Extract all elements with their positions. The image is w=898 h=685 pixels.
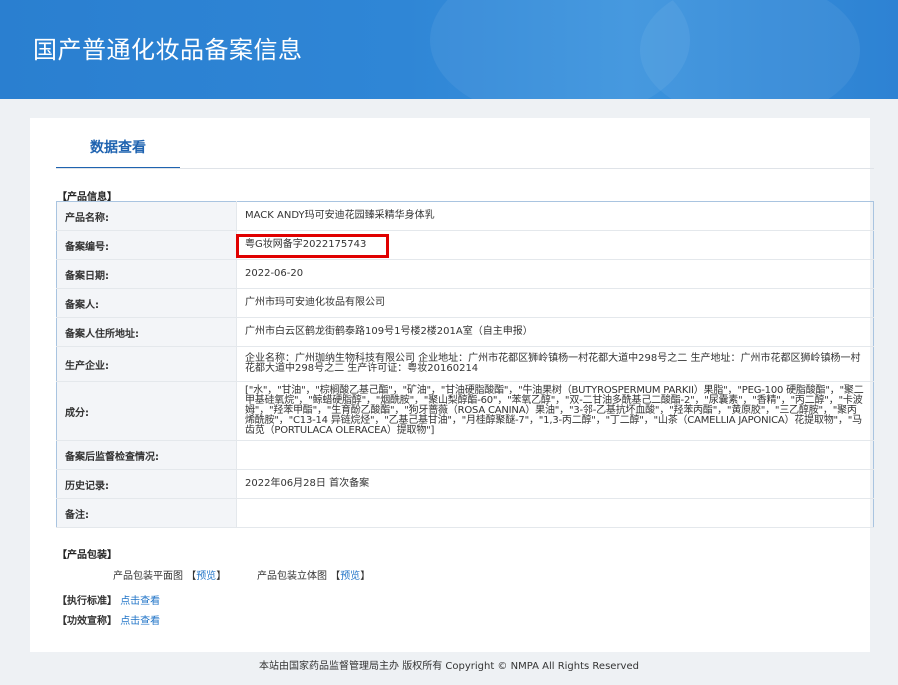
table-row: 历史记录: 2022年06月28日 首次备案 [56,469,874,499]
row-value: MACK ANDY玛可安迪花园臻采精华身体乳 [236,201,874,231]
table-row: 产品名称: MACK ANDY玛可安迪花园臻采精华身体乳 [56,201,874,231]
tab-data-view[interactable]: 数据查看 [56,138,180,168]
row-value: 2022-06-20 [236,259,874,289]
row-value [236,440,874,470]
packaging-solid-row: 产品包装立体图 【预览】 [257,567,370,582]
row-key: 备案日期: [56,259,237,289]
table-row: 备案人: 广州市玛可安迪化妆品有限公司 [56,288,874,318]
row-key: 生产企业: [56,346,237,382]
row-key: 成分: [56,381,237,441]
standards-view-link[interactable]: 点击查看 [120,596,160,607]
row-value: 企业名称：广州珈纳生物科技有限公司 企业地址：广州市花都区狮岭镇杨一村花都大道中… [236,346,874,382]
row-key: 备案编号: [56,230,237,260]
row-key: 备案后监督检查情况: [56,440,237,470]
row-value: ["水"，"甘油"，"棕榈酸乙基己酯"，"矿油"，"甘油硬脂酸酯"，"牛油果树（… [236,381,874,441]
row-value [236,498,874,528]
standards-label: 【执行标准】 [57,596,117,607]
packaging-solid-preview-link[interactable]: 预览 [340,571,360,582]
packaging-flat-row: 产品包装平面图 【预览】 [113,567,226,582]
row-value: 广州市玛可安迪化妆品有限公司 [236,288,874,318]
tab-divider [56,168,874,169]
packaging-solid-label: 产品包装立体图 [257,571,327,582]
header-banner: 国产普通化妆品备案信息 [0,0,898,99]
packaging-flat-preview-link[interactable]: 预览 [196,571,216,582]
packaging-flat-label: 产品包装平面图 [113,571,183,582]
bracket-close: 】 [360,571,371,582]
row-key: 备案人: [56,288,237,318]
claims-view-link[interactable]: 点击查看 [120,616,160,627]
table-row: 备案后监督检查情况: [56,440,874,470]
row-key: 备案人住所地址: [56,317,237,347]
row-value: 2022年06月28日 首次备案 [236,469,874,499]
registration-number-highlight [236,234,389,258]
row-value: 广州市白云区鹤龙街鹤泰路109号1号楼2楼201A室（自主申报） [236,317,874,347]
bracket-open: 【 [186,571,197,582]
row-key: 备注: [56,498,237,528]
banner-decoration [640,0,860,99]
bracket-open: 【 [330,571,341,582]
row-key: 产品名称: [56,201,237,231]
standards-row: 【执行标准】 点击查看 [57,592,160,607]
product-info-table: 产品名称: MACK ANDY玛可安迪花园臻采精华身体乳 备案编号: 粤G妆网备字2… [56,201,874,528]
table-row: 备案编号: 粤G妆网备字2022175743 [56,230,874,260]
table-row: 备案日期: 2022-06-20 [56,259,874,289]
table-row: 备注: [56,498,874,528]
packaging-label: 【产品包装】 [57,550,117,561]
table-row: 成分: ["水"，"甘油"，"棕榈酸乙基己酯"，"矿油"，"甘油硬脂酸酯"，"牛油… [56,381,874,441]
footer-copyright: 本站由国家药品监督管理局主办 版权所有 Copyright © NMPA All… [259,661,639,672]
claims-label: 【功效宣称】 [57,616,117,627]
page-title: 国产普通化妆品备案信息 [33,36,303,64]
table-row: 备案人住所地址: 广州市白云区鹤龙街鹤泰路109号1号楼2楼201A室（自主申报） [56,317,874,347]
table-row: 生产企业: 企业名称：广州珈纳生物科技有限公司 企业地址：广州市花都区狮岭镇杨一村… [56,346,874,382]
bracket-close: 】 [216,571,227,582]
claims-row: 【功效宣称】 点击查看 [57,612,160,627]
row-key: 历史记录: [56,469,237,499]
